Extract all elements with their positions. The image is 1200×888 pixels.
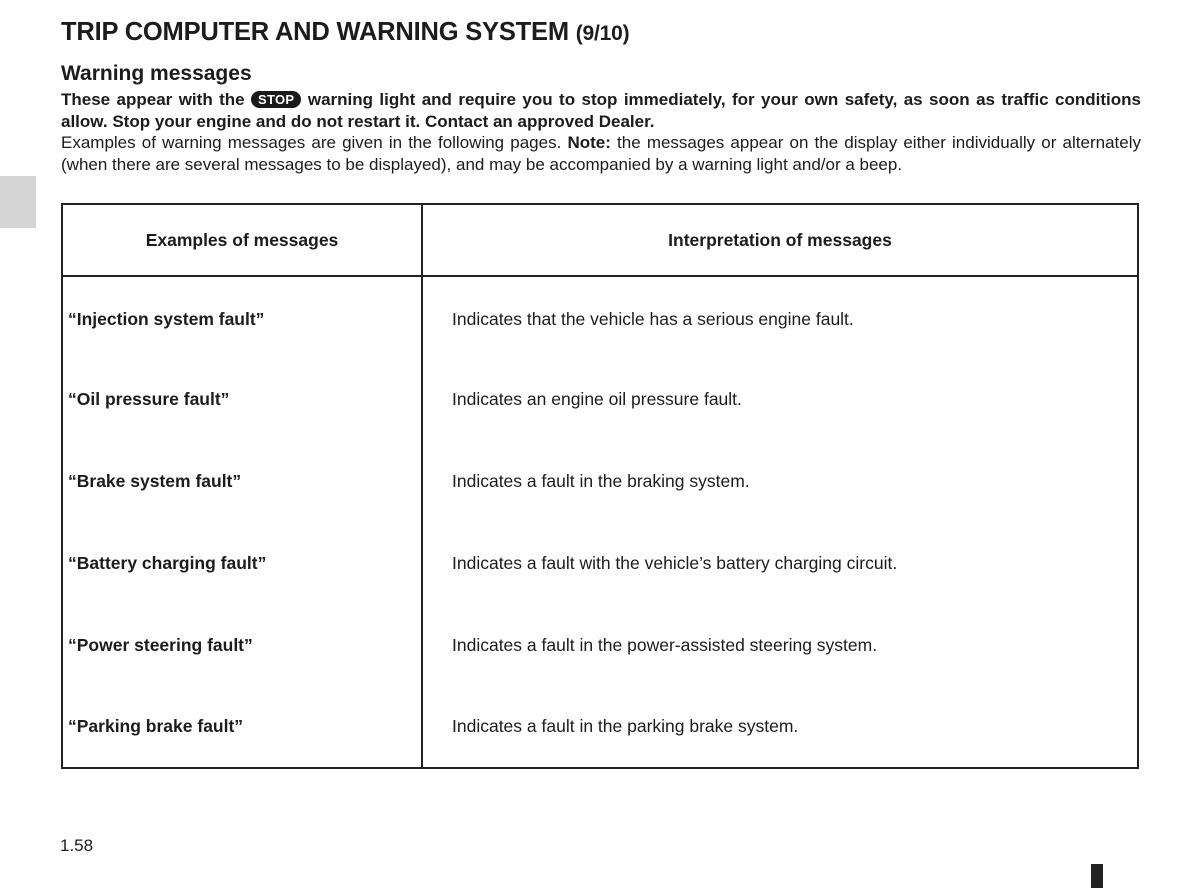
warning-messages-table: Examples of messages Interpretation of m… <box>61 203 1139 769</box>
message-cell: “Battery charging fault” <box>61 522 423 604</box>
column-header-interpretation: Interpretation of messages <box>421 203 1139 277</box>
table-row: “Parking brake fault” Indicates a fault … <box>61 686 1139 769</box>
message-cell: “Parking brake fault” <box>61 686 423 769</box>
note-label: Note: <box>567 133 611 152</box>
interpretation-cell: Indicates a fault in the parking brake s… <box>421 686 1139 769</box>
table-row: “Injection system fault” Indicates that … <box>61 276 1139 358</box>
page-title: TRIP COMPUTER AND WARNING SYSTEM (9/10) <box>61 18 630 47</box>
table-row: “Oil pressure fault” Indicates an engine… <box>61 358 1139 440</box>
chapter-side-tab <box>0 176 36 228</box>
page-title-text: TRIP COMPUTER AND WARNING SYSTEM <box>61 18 569 46</box>
page-number: 1.58 <box>60 836 94 855</box>
stop-warning-light-icon: STOP <box>251 91 302 108</box>
interpretation-cell: Indicates a fault in the power-assisted … <box>421 604 1139 686</box>
column-header-messages: Examples of messages <box>61 203 423 277</box>
intro-paragraph: These appear with the STOP warning light… <box>61 89 1141 175</box>
intro-bold-text-start: These appear with the <box>61 90 245 109</box>
message-cell: “Power steering fault” <box>61 604 423 686</box>
interpretation-cell: Indicates an engine oil pressure fault. <box>421 358 1139 440</box>
table-row: “Brake system fault” Indicates a fault i… <box>61 440 1139 522</box>
intro-plain-text: Examples of warning messages are given i… <box>61 133 562 152</box>
interpretation-cell: Indicates that the vehicle has a serious… <box>421 276 1139 358</box>
interpretation-cell: Indicates a fault in the braking system. <box>421 440 1139 522</box>
message-cell: “Brake system fault” <box>61 440 423 522</box>
section-subtitle: Warning messages <box>61 62 252 85</box>
page-edge-marker <box>1091 864 1103 888</box>
interpretation-cell: Indicates a fault with the vehicle’s bat… <box>421 522 1139 604</box>
message-cell: “Oil pressure fault” <box>61 358 423 440</box>
table-row: “Battery charging fault” Indicates a fau… <box>61 522 1139 604</box>
message-cell: “Injection system fault” <box>61 276 423 358</box>
page-part-indicator: (9/10) <box>575 22 630 45</box>
table-header-row: Examples of messages Interpretation of m… <box>61 203 1139 277</box>
table-row: “Power steering fault” Indicates a fault… <box>61 604 1139 686</box>
